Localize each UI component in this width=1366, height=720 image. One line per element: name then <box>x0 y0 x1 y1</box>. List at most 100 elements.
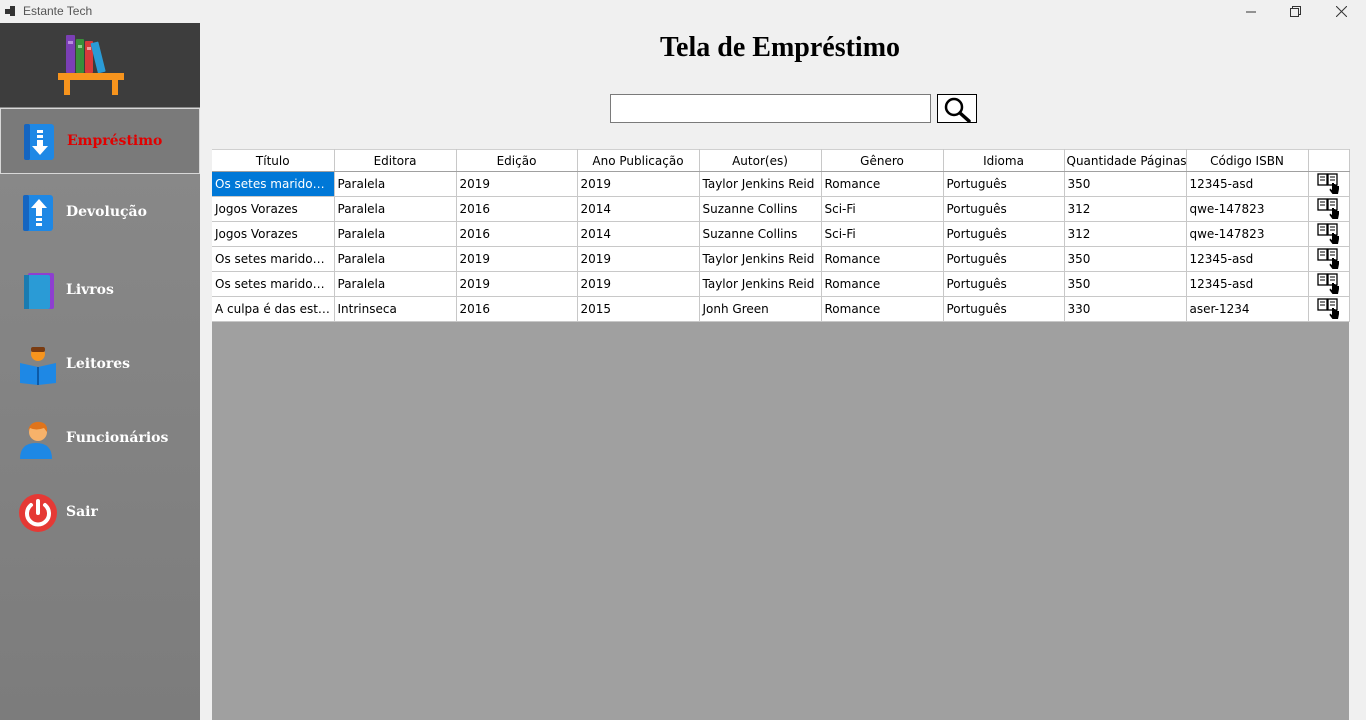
select-book-button[interactable] <box>1308 221 1350 247</box>
table-cell[interactable]: Intrinseca <box>334 296 457 322</box>
sidebar-item-funcionarios[interactable]: Funcionários <box>0 406 200 472</box>
table-cell[interactable]: 2019 <box>456 271 578 297</box>
table-cell[interactable]: 2019 <box>577 246 700 272</box>
table-cell[interactable]: Paralela <box>334 171 457 197</box>
table-cell[interactable]: Paralela <box>334 271 457 297</box>
select-book-button[interactable] <box>1308 246 1350 272</box>
table-cell[interactable]: 2016 <box>456 196 578 222</box>
table-cell[interactable]: 330 <box>1064 296 1187 322</box>
table-cell[interactable]: Português <box>943 271 1065 297</box>
search-input[interactable] <box>610 94 931 123</box>
sidebar-item-label: Sair <box>66 504 98 520</box>
table-cell[interactable]: 2014 <box>577 221 700 247</box>
column-header-quantidade-paginas[interactable]: Quantidade Páginas <box>1064 149 1187 172</box>
restore-button[interactable] <box>1272 0 1318 23</box>
table-cell[interactable]: Os setes maridos de... <box>212 171 335 197</box>
table-row[interactable]: Jogos Vorazes Paralela 2016 2014 Suzanne Col… <box>212 221 1350 247</box>
search-button[interactable] <box>937 94 977 123</box>
table-cell[interactable]: Português <box>943 296 1065 322</box>
table-cell[interactable]: 312 <box>1064 196 1187 222</box>
table-cell[interactable]: Jogos Vorazes <box>212 221 335 247</box>
select-book-icon <box>1316 223 1339 244</box>
table-row[interactable]: A culpa é das estrelas Intrinseca 2016 2015… <box>212 296 1350 322</box>
app-icon <box>5 6 15 16</box>
sidebar-item-livros[interactable]: Livros <box>0 258 200 324</box>
books-table: Título Editora Edição Ano Publicação Aut… <box>212 149 1350 322</box>
table-row[interactable]: Os setes maridos de...Paralela20192019Ta… <box>212 271 1350 297</box>
select-book-button[interactable] <box>1308 171 1350 197</box>
select-book-button[interactable] <box>1308 296 1350 322</box>
sidebar-item-devolucao[interactable]: Devolução <box>0 180 200 246</box>
table-row[interactable]: Jogos Vorazes Paralela 2016 2014 Suzanne Col… <box>212 196 1350 222</box>
table-cell[interactable]: Romance <box>821 246 944 272</box>
table-cell[interactable]: 12345-asd <box>1186 246 1309 272</box>
table-cell[interactable]: Paralela <box>334 196 457 222</box>
select-book-button[interactable] <box>1308 196 1350 222</box>
table-cell[interactable]: 2019 <box>456 171 578 197</box>
restore-icon <box>1289 6 1301 17</box>
table-cell[interactable]: qwe-147823 <box>1186 196 1309 222</box>
select-book-button[interactable] <box>1308 271 1350 297</box>
table-cell[interactable]: Jonh Green <box>699 296 822 322</box>
sidebar-item-label: Livros <box>66 282 114 298</box>
column-header-editora[interactable]: Editora <box>334 149 457 172</box>
sidebar-item-label: Devolução <box>66 204 147 220</box>
table-cell[interactable]: 350 <box>1064 171 1187 197</box>
minimize-button[interactable] <box>1228 0 1274 23</box>
table-cell[interactable]: Os setes maridos de... <box>212 271 335 297</box>
column-header-edicao[interactable]: Edição <box>456 149 578 172</box>
table-cell[interactable]: 2014 <box>577 196 700 222</box>
table-cell[interactable]: qwe-147823 <box>1186 221 1309 247</box>
column-header-genero[interactable]: Gênero <box>821 149 944 172</box>
table-cell[interactable]: Português <box>943 246 1065 272</box>
sidebar-item-label: Leitores <box>66 356 131 372</box>
table-cell[interactable]: Romance <box>821 171 944 197</box>
column-header-titulo[interactable]: Título <box>212 149 335 172</box>
book-icon <box>24 273 54 309</box>
close-button[interactable] <box>1318 0 1364 23</box>
table-row[interactable]: Os setes maridos de...Paralela20192019Ta… <box>212 246 1350 272</box>
table-cell[interactable]: Sci-Fi <box>821 196 944 222</box>
table-cell[interactable]: A culpa é das estrelas <box>212 296 335 322</box>
sidebar-item-label: Funcionários <box>66 430 169 446</box>
table-cell[interactable]: Jogos Vorazes <box>212 196 335 222</box>
books-grid: Título Editora Edição Ano Publicação Aut… <box>212 149 1350 720</box>
table-cell[interactable]: Paralela <box>334 221 457 247</box>
table-cell[interactable]: aser-1234 <box>1186 296 1309 322</box>
column-header-codigo-isbn[interactable]: Código ISBN <box>1186 149 1309 172</box>
sidebar-item-leitores[interactable]: Leitores <box>0 332 200 398</box>
table-cell[interactable]: Português <box>943 221 1065 247</box>
table-cell[interactable]: Português <box>943 196 1065 222</box>
table-cell[interactable]: Suzanne Collins <box>699 221 822 247</box>
table-cell[interactable]: 2019 <box>577 271 700 297</box>
table-cell[interactable]: 312 <box>1064 221 1187 247</box>
table-cell[interactable]: 350 <box>1064 271 1187 297</box>
table-cell[interactable]: 2015 <box>577 296 700 322</box>
sidebar-item-sair[interactable]: Sair <box>0 480 200 546</box>
column-header-autores[interactable]: Autor(es) <box>699 149 822 172</box>
table-cell[interactable]: 2016 <box>456 296 578 322</box>
table-cell[interactable]: Os setes maridos de... <box>212 246 335 272</box>
table-row[interactable]: Os setes maridos de...Paralela20192019Ta… <box>212 171 1350 197</box>
table-cell[interactable]: 2016 <box>456 221 578 247</box>
table-cell[interactable]: Taylor Jenkins Reid <box>699 271 822 297</box>
table-cell[interactable]: 2019 <box>577 171 700 197</box>
table-cell[interactable]: 350 <box>1064 246 1187 272</box>
sidebar-item-emprestimo[interactable]: Empréstimo <box>0 108 200 174</box>
table-cell[interactable]: Sci-Fi <box>821 221 944 247</box>
table-cell[interactable]: 12345-asd <box>1186 271 1309 297</box>
table-cell[interactable]: Romance <box>821 271 944 297</box>
table-cell[interactable]: Paralela <box>334 246 457 272</box>
column-header-idioma[interactable]: Idioma <box>943 149 1065 172</box>
table-cell[interactable]: Português <box>943 171 1065 197</box>
table-cell[interactable]: 2019 <box>456 246 578 272</box>
table-cell[interactable]: 12345-asd <box>1186 171 1309 197</box>
column-header-ano-publicacao[interactable]: Ano Publicação <box>577 149 700 172</box>
sidebar: Empréstimo Devolução Livros Leitores Fun… <box>0 23 200 720</box>
table-cell[interactable]: Taylor Jenkins Reid <box>699 246 822 272</box>
select-book-icon <box>1316 173 1339 194</box>
table-cell[interactable]: Suzanne Collins <box>699 196 822 222</box>
table-cell[interactable]: Romance <box>821 296 944 322</box>
table-cell[interactable]: Taylor Jenkins Reid <box>699 171 822 197</box>
upload-arrow-icon <box>23 195 53 231</box>
